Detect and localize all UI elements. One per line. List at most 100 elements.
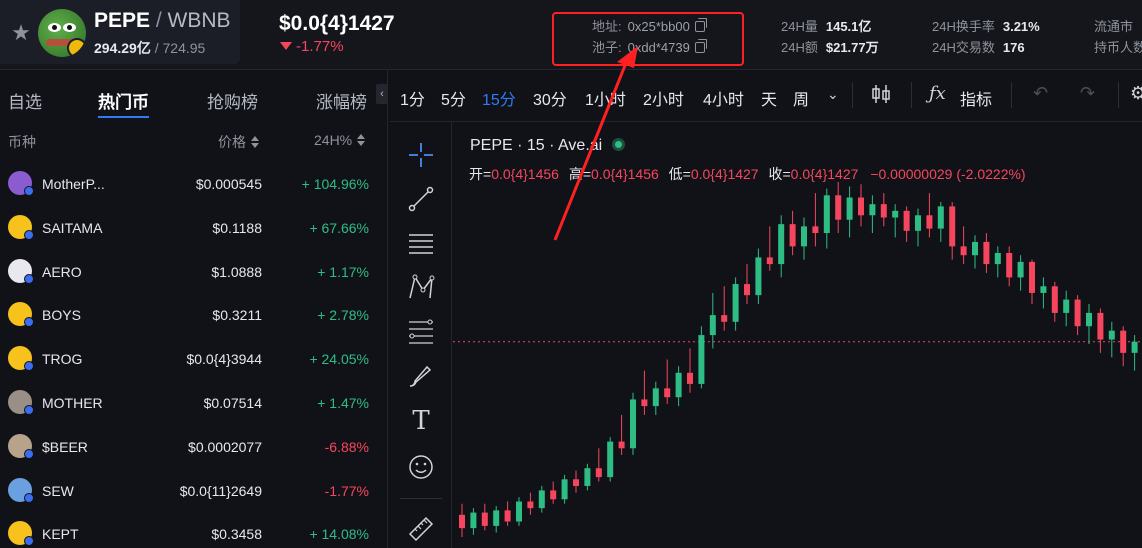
timeframe-button[interactable]: 1分 bbox=[400, 86, 425, 110]
candle bbox=[1120, 326, 1127, 367]
candle bbox=[846, 186, 853, 238]
candle-type-icon[interactable] bbox=[871, 83, 891, 110]
coin-change: + 67.66% bbox=[309, 219, 369, 236]
tab-hot-coins[interactable]: 热门币 bbox=[98, 88, 149, 118]
timeframe-button[interactable]: 2小时 bbox=[643, 86, 684, 110]
timeframe-button[interactable]: 4小时 bbox=[703, 86, 744, 110]
candle bbox=[641, 370, 648, 415]
coin-price: $0.07514 bbox=[203, 395, 262, 411]
coin-change: + 104.96% bbox=[301, 176, 369, 192]
text-tool-icon[interactable]: T bbox=[406, 406, 436, 436]
stat-24h-turnover: 24H换手率 3.21% bbox=[932, 19, 1040, 34]
chain-badge-icon bbox=[24, 317, 34, 328]
timeframe-button[interactable]: 周 bbox=[793, 86, 809, 110]
favorite-star-icon[interactable]: ★ bbox=[8, 20, 34, 46]
undo-icon[interactable]: ↶ bbox=[1033, 83, 1048, 104]
coin-row[interactable]: TROG $0.0{4}3944 + 24.05% bbox=[0, 339, 376, 383]
sort-icon[interactable] bbox=[357, 134, 366, 146]
indicators-icon[interactable]: ƒx bbox=[929, 83, 946, 104]
candle bbox=[937, 201, 944, 242]
chain-badge-icon bbox=[24, 448, 34, 459]
coin-price: $0.3458 bbox=[211, 526, 262, 543]
indicators-button[interactable]: 指标 bbox=[960, 86, 992, 110]
candle bbox=[527, 492, 534, 515]
coin-row[interactable]: SAITAMA $0.1188 + 67.66% bbox=[0, 208, 376, 252]
coin-row[interactable]: KEPT $0.3458 + 14.08% bbox=[0, 514, 376, 548]
coin-change: -1.77% bbox=[324, 482, 369, 499]
chain-badge-icon bbox=[24, 273, 34, 284]
coin-row[interactable]: MotherP... $0.000545 + 104.96% bbox=[0, 164, 376, 208]
candle bbox=[903, 206, 910, 242]
candles-layer bbox=[453, 182, 1142, 537]
sort-icon[interactable] bbox=[251, 136, 259, 148]
coin-symbol: TROG bbox=[42, 351, 83, 368]
candle bbox=[459, 503, 465, 537]
chart-toolbar: 1分 5分 15分 30分 1小时 2小时 4小时天周 ⌄ ƒx 指标 ↶ ↷ ⚙ bbox=[390, 70, 1142, 122]
coin-change: + 1.47% bbox=[317, 395, 369, 411]
market-cap: 294.29亿 bbox=[94, 40, 151, 56]
candle bbox=[607, 437, 614, 482]
candle bbox=[994, 246, 1001, 278]
chain-badge-icon bbox=[24, 361, 34, 372]
candle bbox=[1051, 281, 1058, 322]
column-header-change[interactable]: 24H% bbox=[314, 132, 366, 148]
settings-gear-icon[interactable]: ⚙ bbox=[1130, 83, 1142, 104]
tab-gainers[interactable]: 涨幅榜 bbox=[316, 88, 367, 113]
candlestick-chart[interactable]: PEPE · 15 · Ave.ai 开=0.0{4}1456 高=0.0{4}… bbox=[453, 122, 1142, 548]
candle bbox=[721, 286, 728, 331]
timeframe-button[interactable]: 5分 bbox=[441, 86, 466, 110]
candle bbox=[561, 474, 568, 504]
ruler-icon[interactable] bbox=[406, 512, 436, 542]
coin-symbol: $BEER bbox=[42, 438, 88, 455]
market-list-panel: 自选 热门币 抢购榜 涨幅榜 ‹ 币种 价格 24H% MotherP... $0… bbox=[0, 70, 388, 548]
candle bbox=[1131, 335, 1138, 371]
candle bbox=[778, 215, 785, 278]
timeframe-button[interactable]: 15分 bbox=[482, 86, 516, 110]
timeframe-button[interactable]: 1小时 bbox=[585, 86, 626, 110]
coin-price: $0.3211 bbox=[212, 307, 262, 324]
token-card[interactable]: ★ PEPE / WBNB 294.29亿 / 724.95 bbox=[0, 0, 240, 64]
brush-icon[interactable] bbox=[406, 360, 436, 390]
tab-snipe-list[interactable]: 抢购榜 bbox=[207, 88, 258, 113]
candle bbox=[630, 392, 636, 455]
candle bbox=[470, 508, 477, 535]
quote-symbol: WBNB bbox=[167, 9, 231, 32]
timeframe-button[interactable]: 天 bbox=[761, 86, 777, 110]
candle bbox=[732, 277, 739, 331]
chain-badge-icon bbox=[24, 492, 34, 503]
stat-holders: 持币人数 bbox=[1094, 40, 1142, 55]
timeframe-button[interactable]: 30分 bbox=[533, 86, 567, 110]
collapse-panel-button[interactable]: ‹ bbox=[376, 84, 388, 104]
candle bbox=[801, 217, 807, 260]
tab-watchlist[interactable]: 自选 bbox=[8, 88, 42, 113]
horizontal-lines-icon[interactable] bbox=[406, 228, 436, 258]
pattern-tool-icon[interactable] bbox=[406, 272, 436, 302]
column-header-price[interactable]: 价格 bbox=[218, 132, 259, 152]
pepe-logo bbox=[38, 9, 86, 57]
coin-row[interactable]: MOTHER $0.07514 + 1.47% bbox=[0, 383, 376, 427]
candle bbox=[789, 210, 796, 256]
coin-row[interactable]: SEW $0.0{11}2649 -1.77% bbox=[0, 471, 376, 515]
candle bbox=[1074, 295, 1081, 336]
redo-icon[interactable]: ↷ bbox=[1080, 83, 1095, 104]
current-price: $0.0{4}1427 bbox=[279, 12, 395, 35]
coin-price: $0.000545 bbox=[195, 176, 262, 192]
stat-24h-trades: 24H交易数 176 bbox=[932, 40, 1025, 55]
coin-price: $0.1188 bbox=[212, 219, 262, 236]
trend-line-icon[interactable] bbox=[406, 184, 436, 214]
crosshair-icon[interactable] bbox=[406, 140, 436, 170]
coin-row[interactable]: BOYS $0.3211 + 2.78% bbox=[0, 295, 376, 339]
candle bbox=[709, 292, 716, 349]
coin-price: $0.0002077 bbox=[188, 438, 262, 455]
candle bbox=[892, 204, 899, 238]
fib-tool-icon[interactable] bbox=[406, 316, 436, 346]
coin-row[interactable]: $BEER $0.0002077 -6.88% bbox=[0, 427, 376, 471]
chain-badge-icon bbox=[24, 536, 34, 547]
coin-row[interactable]: AERO $1.0888 + 1.17% bbox=[0, 252, 376, 296]
candle bbox=[664, 359, 671, 404]
chain-badge-icon bbox=[24, 186, 34, 196]
emoji-icon[interactable] bbox=[406, 452, 436, 482]
candle bbox=[1108, 321, 1115, 358]
coin-symbol: MOTHER bbox=[42, 395, 103, 411]
chevron-down-icon[interactable]: ⌄ bbox=[827, 86, 839, 103]
